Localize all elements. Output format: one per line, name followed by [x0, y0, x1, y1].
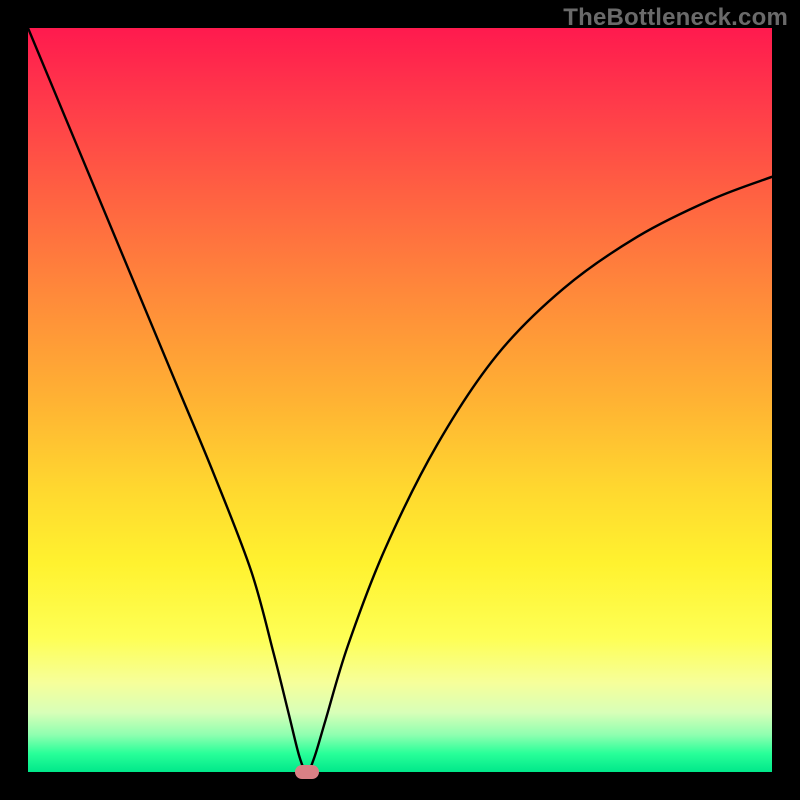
- bottleneck-curve: [28, 28, 772, 772]
- watermark-label: TheBottleneck.com: [563, 4, 788, 32]
- curve-path: [28, 28, 772, 772]
- plot-area: [28, 28, 772, 772]
- chart-frame: TheBottleneck.com: [0, 0, 800, 800]
- optimum-marker: [295, 765, 319, 779]
